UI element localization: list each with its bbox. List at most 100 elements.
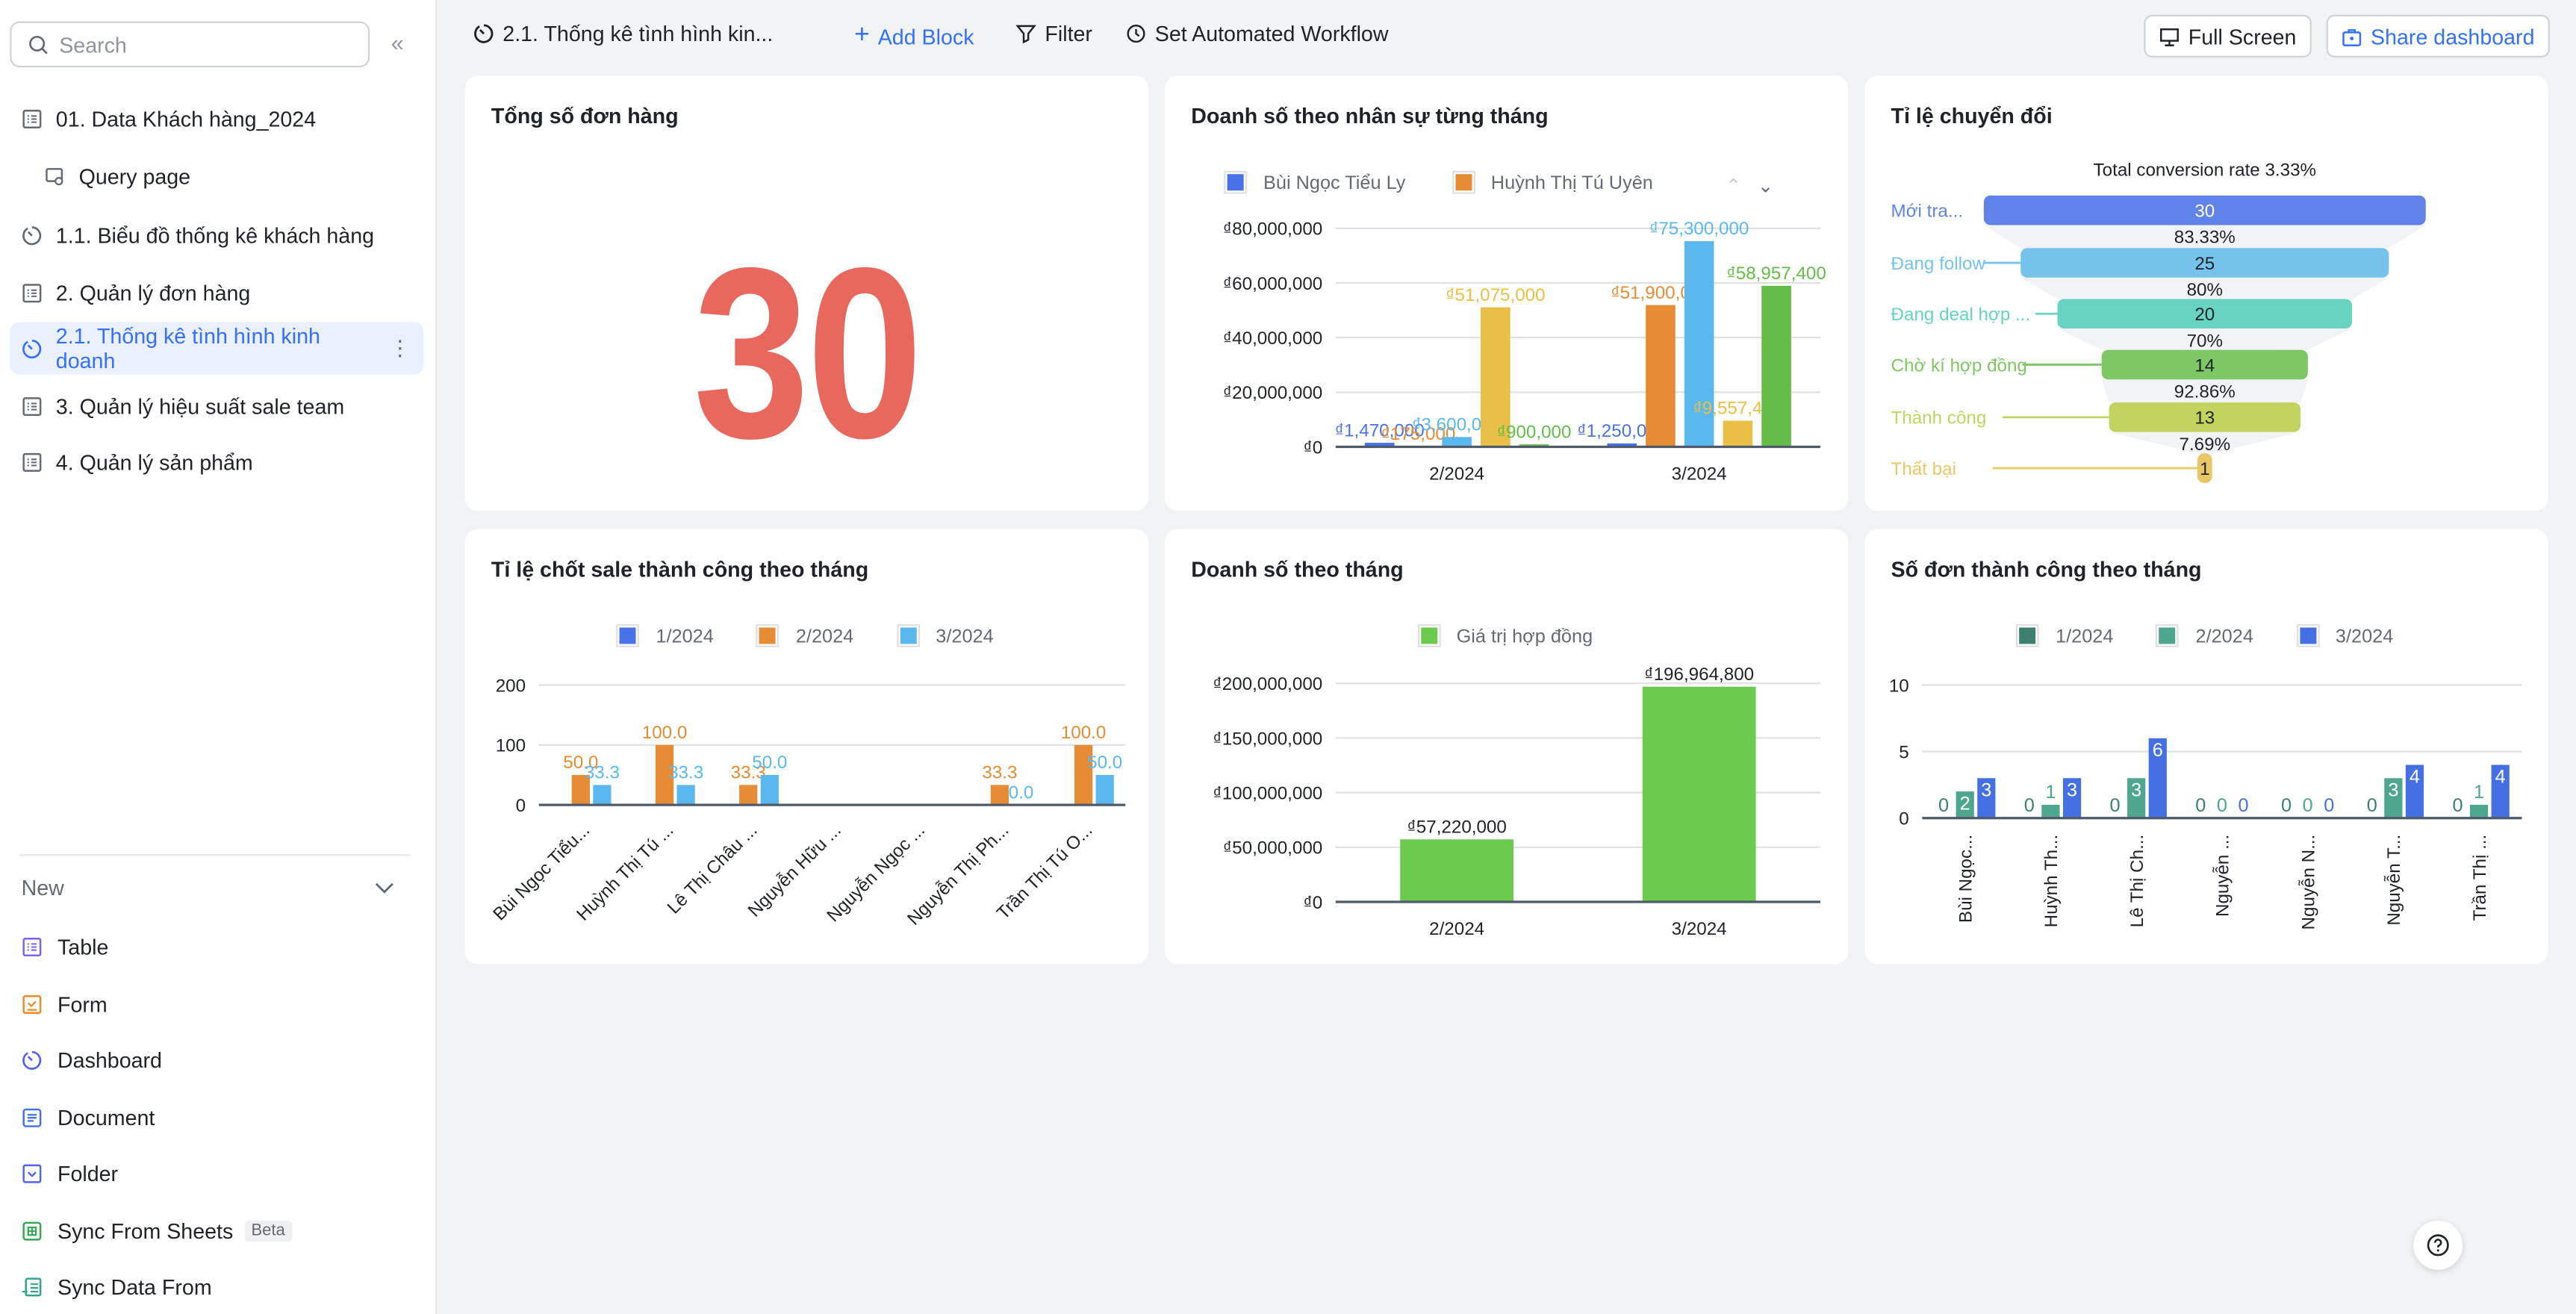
sales-by-staff-chart: ₫0 ₫20,000,000 ₫40,000,000 ₫60,000,000 ₫80,0… [1223, 219, 1826, 484]
card-monthly-sales[interactable]: Doanh số theo tháng ₫0 ₫50,000,000 ₫100,00… [1165, 529, 1849, 965]
topbar: 2.1. Thống kê tình hình kin... + Add Blo… [437, 0, 2576, 72]
legend-label: 3/2024 [2335, 627, 2394, 647]
y-tick-label: ₫100,000,000 [1213, 783, 1322, 803]
chevron-down-icon[interactable]: ⌄ [1758, 174, 1773, 197]
legend-label: Huỳnh Thị Tú Uyên [1490, 174, 1653, 194]
sidebar-item-label: 1.1. Biểu đồ thống kê khách hàng [55, 222, 375, 248]
data-label: 33.3 [982, 763, 1017, 783]
sidebar-item[interactable]: 01. Data Khách hàng_2024 [10, 92, 423, 144]
x-tick-label: Nguyễn ... [2213, 835, 2233, 917]
legend-item[interactable]: Bùi Ngọc Tiểu Ly [1224, 170, 1405, 197]
table-icon [22, 108, 42, 128]
x-tick-label: 3/2024 [1672, 464, 1727, 484]
data-label: 100.0 [642, 723, 688, 743]
add-block-button[interactable]: + Add Block [854, 22, 974, 52]
x-tick-label: Trần Thị ... [2470, 835, 2490, 921]
new-document-item[interactable]: Document [10, 1091, 423, 1143]
dashboard-title-text: 2.1. Thống kê tình hình kin... [503, 21, 774, 46]
workflow-icon [1127, 25, 1145, 43]
share-dashboard-button[interactable]: Share dashboard [2326, 14, 2550, 58]
y-tick-label: 0 [516, 796, 526, 816]
data-label: ₫75,300,000 [1649, 219, 1749, 239]
legend-label: 2/2024 [795, 627, 854, 647]
sidebar-item[interactable]: 2.1. Thống kê tình hình kinh doanh ⋮ [10, 322, 424, 375]
data-label: 0.0 [1009, 782, 1034, 803]
data-label: 33.3 [668, 763, 703, 783]
new-section-header[interactable]: New [22, 876, 396, 900]
x-tick-label: Bùi Ngọc... [1956, 835, 1976, 923]
bar [2041, 804, 2060, 818]
data-label: 3 [2388, 779, 2398, 800]
legend-item[interactable]: Huỳnh Thị Tú Uyên [1451, 170, 1653, 197]
data-label: 0 [2217, 795, 2227, 816]
bar [593, 785, 612, 806]
sidebar-item[interactable]: 1.1. Biểu đồ thống kê khách hàng [10, 208, 423, 261]
legend-label: 3/2024 [936, 627, 994, 647]
y-tick-label: ₫20,000,000 [1223, 383, 1322, 403]
legend-item[interactable]: 1/2024 [2016, 624, 2113, 647]
chevron-up-icon[interactable]: ⌃ [1726, 174, 1741, 197]
new-form-item[interactable]: Form [10, 977, 423, 1030]
filter-label: Filter [1045, 21, 1092, 46]
legend-item[interactable]: 1/2024 [616, 624, 714, 647]
stage-label: Thất bại [1891, 459, 1956, 479]
workflow-label: Set Automated Workflow [1154, 21, 1389, 46]
legend-item[interactable]: 3/2024 [896, 624, 994, 647]
y-tick-label: 200 [496, 676, 526, 696]
full-screen-button[interactable]: Full Screen [2144, 14, 2312, 58]
x-tick-label: 3/2024 [1672, 919, 1727, 939]
new-table-item[interactable]: Table [10, 920, 423, 972]
legend-item[interactable]: 2/2024 [2156, 624, 2253, 647]
automated-workflow-button[interactable]: Set Automated Workflow [1125, 22, 1388, 46]
new-folder-item[interactable]: Folder [10, 1147, 423, 1199]
legend-swatch [2156, 624, 2180, 647]
bar [739, 785, 758, 806]
bar [990, 785, 1009, 806]
card-total-orders[interactable]: Tổng số đơn hàng 30 [464, 75, 1149, 511]
sidebar-item[interactable]: 4. Quản lý sản phẩm [10, 435, 423, 488]
legend-swatch [1224, 170, 1248, 194]
card-close-rate[interactable]: Tỉ lệ chốt sale thành công theo tháng 01… [464, 529, 1149, 965]
sidebar-item-label: 01. Data Khách hàng_2024 [55, 105, 317, 131]
bar [1761, 285, 1791, 447]
collapse-sidebar-icon[interactable]: « [391, 30, 404, 56]
dashboard-icon [22, 1050, 42, 1069]
new-item-label: Sync Data From [57, 1274, 212, 1299]
card-conversion[interactable]: Tỉ lệ chuyển đổi Total conversion rate 3… [1864, 75, 2548, 511]
legend-swatch [616, 624, 640, 647]
monthly-sales-chart: ₫0 ₫50,000,000 ₫100,000,000 ₫150,000,000 ₫20… [1213, 664, 1820, 939]
help-button[interactable] [2413, 1220, 2463, 1270]
bar [2469, 804, 2489, 818]
search-icon [29, 34, 48, 54]
bar [1442, 437, 1472, 447]
new-sheets-item[interactable]: Sync From Sheets Beta [10, 1204, 423, 1257]
new-sync-item[interactable]: Sync Data From [10, 1260, 423, 1313]
search-input[interactable]: Search [10, 21, 370, 68]
sidebar-item-label: 3. Quản lý hiệu suất sale team [55, 393, 345, 418]
card-sales-by-staff[interactable]: Doanh số theo nhân sự từng tháng ₫0 ₫20,0… [1165, 75, 1849, 511]
y-tick-label: ₫40,000,000 [1223, 328, 1322, 349]
conversion-funnel-chart: Total conversion rate 3.33% 83.33% 30 Mới t… [1891, 160, 2426, 483]
legend-item[interactable]: 2/2024 [756, 624, 854, 647]
y-tick-label: ₫0 [1303, 893, 1322, 913]
y-tick-label: ₫50,000,000 [1223, 838, 1322, 859]
new-item-label: Dashboard [57, 1047, 162, 1072]
legend-item[interactable]: Giá trị hợp đồng [1416, 624, 1593, 647]
sidebar-item[interactable]: 3. Quản lý hiệu suất sale team [10, 379, 423, 432]
sidebar-item[interactable]: 2. Quản lý đơn hàng [10, 266, 423, 318]
filter-button[interactable]: Filter [1015, 22, 1092, 46]
y-tick-label: ₫80,000,000 [1223, 219, 1322, 240]
sidebar-item-label: 4. Quản lý sản phẩm [55, 449, 253, 474]
more-icon[interactable]: ⋮ [389, 335, 411, 361]
x-tick-label: Nguyễn T... [2384, 835, 2404, 926]
legend-item[interactable]: 3/2024 [2296, 624, 2394, 647]
legend-swatch [896, 624, 920, 647]
bar [676, 785, 695, 806]
data-label: ₫196,964,800 [1644, 664, 1754, 685]
data-label: 3 [2131, 779, 2141, 800]
data-label: 0 [2281, 795, 2292, 816]
sidebar-item[interactable]: Query page [10, 149, 423, 202]
new-dashboard-item[interactable]: Dashboard [10, 1033, 423, 1086]
card-success-orders[interactable]: Số đơn thành công theo tháng 0 5 10 0 2 3 Bùi … [1864, 529, 2548, 965]
table-icon [22, 283, 42, 302]
